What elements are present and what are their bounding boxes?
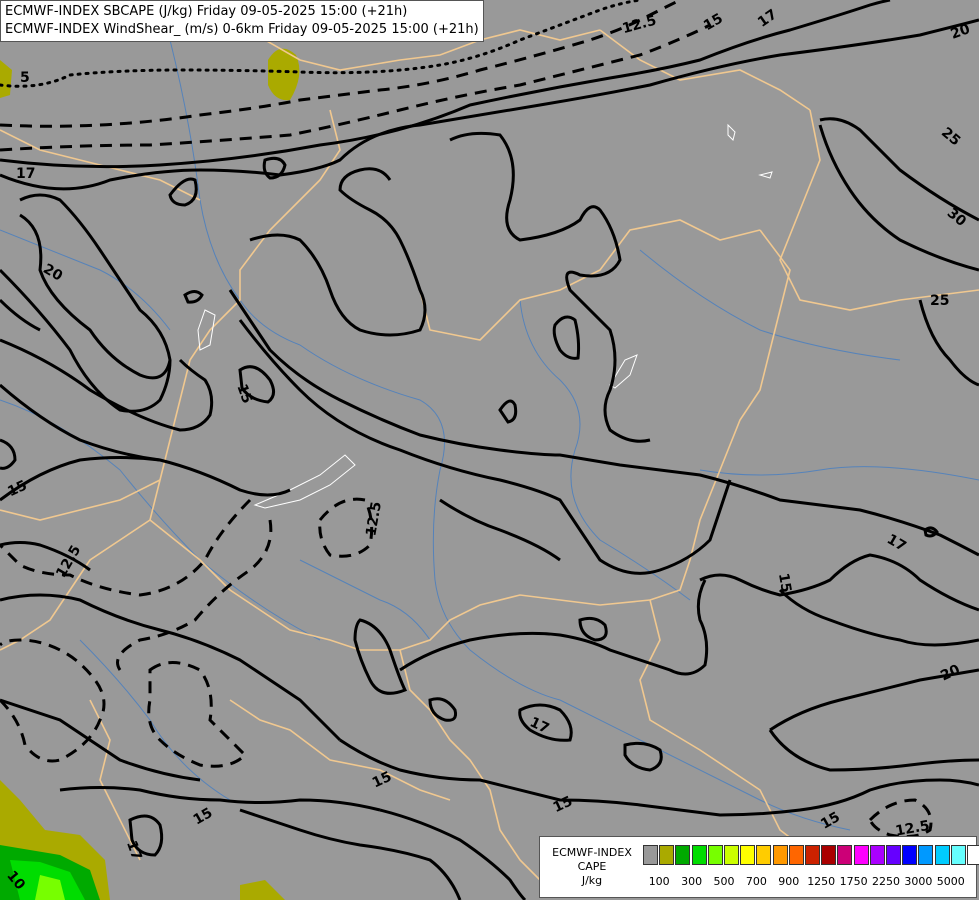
legend-swatch xyxy=(740,845,756,865)
legend-swatch xyxy=(772,845,788,865)
legend-swatch xyxy=(805,845,820,865)
legend-swatch xyxy=(724,845,739,865)
legend-title-param: CAPE xyxy=(577,860,607,873)
legend-swatch xyxy=(659,845,675,865)
legend-swatch xyxy=(675,845,691,865)
contour-label: 25 xyxy=(930,293,949,309)
legend-tick-label: 5000 xyxy=(936,875,965,888)
legend-title-source: ECMWF-INDEX xyxy=(552,846,632,859)
legend-swatch xyxy=(756,845,772,865)
legend-swatch xyxy=(788,845,804,865)
legend-swatch xyxy=(837,845,853,865)
legend-tick-label: 3000 xyxy=(904,875,933,888)
legend-swatch xyxy=(950,845,966,865)
legend-swatch xyxy=(643,845,658,865)
legend-swatch xyxy=(934,845,950,865)
contour-label: 5 xyxy=(20,70,30,86)
contour-label: 15 xyxy=(775,572,794,594)
legend-title-unit: J/kg xyxy=(581,874,603,887)
forecast-map: 5 12.5 15 17 20 17 20 25 30 25 15 15 12.… xyxy=(0,0,979,900)
legend-swatch xyxy=(691,845,707,865)
legend-swatch xyxy=(707,845,723,865)
legend-tick-label: 300 xyxy=(681,875,703,888)
legend-tick-label: 500 xyxy=(713,875,735,888)
contour-label: 17 xyxy=(16,166,35,182)
legend-title: ECMWF-INDEX CAPE J/kg xyxy=(544,846,640,888)
legend-swatch xyxy=(902,845,918,865)
legend-swatch xyxy=(853,845,869,865)
legend-tick-label: 100 xyxy=(648,875,670,888)
header-line-windshear: ECMWF-INDEX WindShear_ (m/s) 0-6km Frida… xyxy=(5,22,479,37)
legend-tick-label: 2250 xyxy=(872,875,900,888)
legend-tick-label: 700 xyxy=(745,875,767,888)
cape-legend: ECMWF-INDEX CAPE J/kg 100 300 500 700 900 125… xyxy=(539,836,979,898)
header-line-cape: ECMWF-INDEX SBCAPE (J/kg) Friday 09-05-2… xyxy=(5,4,408,19)
map-header: ECMWF-INDEX SBCAPE (J/kg) Friday 09-05-2… xyxy=(0,0,484,42)
legend-tick-label: 900 xyxy=(778,875,800,888)
legend-tick-label: 1250 xyxy=(807,875,836,888)
legend-swatch xyxy=(918,845,934,865)
legend-swatch xyxy=(886,845,901,865)
legend-swatch xyxy=(967,845,979,865)
legend-swatch xyxy=(869,845,885,865)
legend-swatch xyxy=(821,845,837,865)
legend-tick-label: 1750 xyxy=(839,875,868,888)
